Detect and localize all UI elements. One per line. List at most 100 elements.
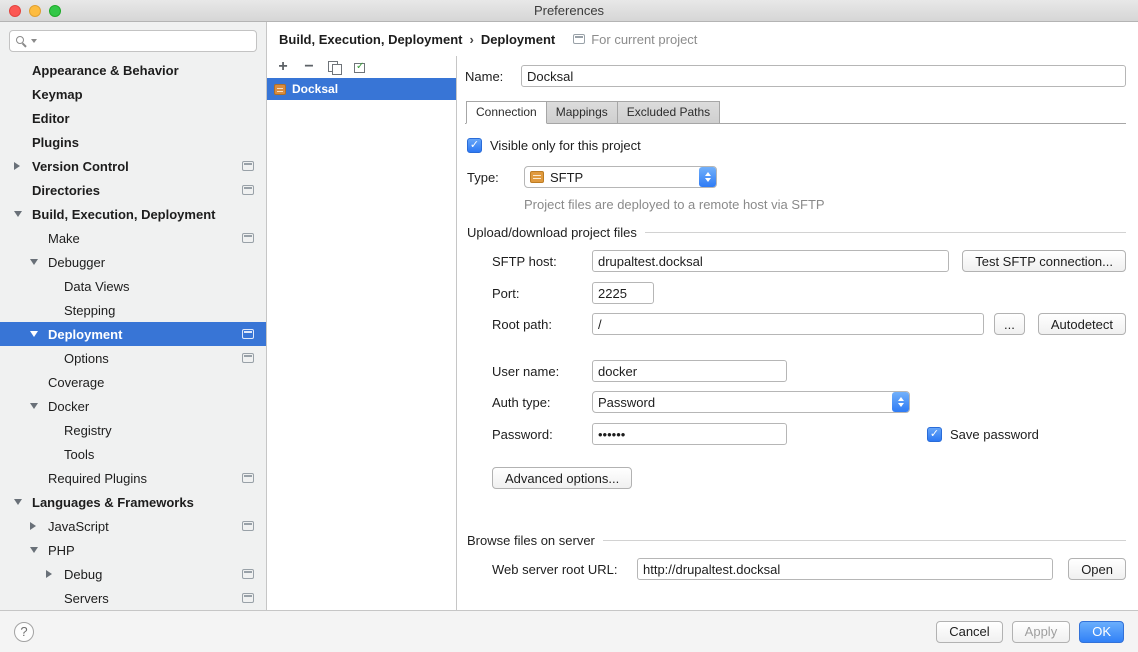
type-select[interactable]: SFTP	[524, 166, 717, 188]
server-item-docksal[interactable]: Docksal	[267, 78, 456, 100]
visible-only-checkbox[interactable]: ✓	[467, 138, 482, 153]
chevron-down-icon[interactable]	[30, 403, 38, 409]
sidebar-item-servers[interactable]: Servers	[0, 586, 266, 610]
copy-server-button[interactable]	[328, 61, 341, 74]
type-value: SFTP	[550, 170, 583, 185]
server-list: Docksal	[267, 78, 456, 100]
chevron-down-icon[interactable]	[14, 211, 22, 217]
chevron-right-icon[interactable]	[46, 570, 52, 578]
web-root-input[interactable]	[637, 558, 1053, 580]
sidebar-item-options[interactable]: Options	[0, 346, 266, 370]
open-button[interactable]: Open	[1068, 558, 1126, 580]
titlebar: Preferences	[0, 0, 1138, 22]
sidebar-item-directories[interactable]: Directories	[0, 178, 266, 202]
chevron-down-icon[interactable]	[14, 499, 22, 505]
sidebar-item-required-plugins[interactable]: Required Plugins	[0, 466, 266, 490]
sidebar-item-php[interactable]: PHP	[0, 538, 266, 562]
ok-button[interactable]: OK	[1079, 621, 1124, 643]
sidebar-item-coverage[interactable]: Coverage	[0, 370, 266, 394]
chevron-right-icon[interactable]	[14, 162, 20, 170]
minimize-window-button[interactable]	[29, 5, 41, 17]
sidebar-item-keymap[interactable]: Keymap	[0, 82, 266, 106]
close-window-button[interactable]	[9, 5, 21, 17]
chevron-right-icon[interactable]	[30, 522, 36, 530]
port-label: Port:	[492, 286, 592, 301]
zoom-window-button[interactable]	[49, 5, 61, 17]
breadcrumb-deployment[interactable]: Deployment	[481, 32, 555, 47]
autodetect-button[interactable]: Autodetect	[1038, 313, 1126, 335]
scope-label: For current project	[591, 32, 697, 47]
port-input[interactable]	[592, 282, 654, 304]
project-settings-icon	[242, 161, 254, 171]
apply-button[interactable]: Apply	[1012, 621, 1071, 643]
project-settings-icon	[242, 569, 254, 579]
help-button[interactable]: ?	[14, 622, 34, 642]
chevron-down-icon[interactable]	[30, 331, 38, 337]
sidebar-item-docker[interactable]: Docker	[0, 394, 266, 418]
sftp-host-label: SFTP host:	[492, 254, 592, 269]
sidebar-item-tools[interactable]: Tools	[0, 442, 266, 466]
password-input[interactable]	[592, 423, 787, 445]
section-divider	[645, 232, 1126, 233]
search-input[interactable]	[9, 30, 257, 52]
sidebar-item-languages-frameworks[interactable]: Languages & Frameworks	[0, 490, 266, 514]
browse-section-title: Browse files on server	[467, 533, 595, 548]
sidebar-item-plugins[interactable]: Plugins	[0, 130, 266, 154]
cancel-button[interactable]: Cancel	[936, 621, 1002, 643]
sidebar-item-appearance-behavior[interactable]: Appearance & Behavior	[0, 58, 266, 82]
sidebar-item-javascript[interactable]: JavaScript	[0, 514, 266, 538]
dropdown-stepper-icon	[699, 167, 716, 187]
sidebar-item-debugger[interactable]: Debugger	[0, 250, 266, 274]
project-settings-icon	[242, 593, 254, 603]
sidebar-item-version-control[interactable]: Version Control	[0, 154, 266, 178]
sidebar-item-make[interactable]: Make	[0, 226, 266, 250]
project-settings-icon	[242, 185, 254, 195]
name-label: Name:	[465, 69, 511, 84]
chevron-down-icon[interactable]	[30, 547, 38, 553]
sidebar-item-debug[interactable]: Debug	[0, 562, 266, 586]
auth-type-value: Password	[598, 395, 655, 410]
visible-only-label: Visible only for this project	[490, 138, 641, 153]
remove-server-button[interactable]: −	[302, 60, 316, 74]
traffic-lights	[9, 5, 61, 17]
breadcrumb-build-execution-deployment[interactable]: Build, Execution, Deployment	[279, 32, 462, 47]
sidebar-item-deployment[interactable]: Deployment	[0, 322, 266, 346]
check-icon: ✓	[930, 428, 939, 440]
test-sftp-connection-button[interactable]: Test SFTP connection...	[962, 250, 1126, 272]
scope-indicator: For current project	[573, 32, 697, 47]
tab-mappings[interactable]: Mappings	[546, 101, 618, 123]
browse-root-path-button[interactable]: ...	[994, 313, 1025, 335]
search-options-caret-icon[interactable]	[31, 39, 37, 43]
sidebar-item-stepping[interactable]: Stepping	[0, 298, 266, 322]
sidebar-item-data-views[interactable]: Data Views	[0, 274, 266, 298]
password-label: Password:	[492, 427, 592, 442]
sidebar-item-registry[interactable]: Registry	[0, 418, 266, 442]
tab-excluded-paths[interactable]: Excluded Paths	[617, 101, 720, 123]
save-password-checkbox[interactable]: ✓	[927, 427, 942, 442]
upload-section-title: Upload/download project files	[467, 225, 637, 240]
user-name-input[interactable]	[592, 360, 787, 382]
project-settings-icon	[242, 329, 254, 339]
sftp-host-input[interactable]	[592, 250, 949, 272]
server-list-panel: + − Docksal	[267, 56, 457, 610]
root-path-label: Root path:	[492, 317, 592, 332]
use-as-default-button[interactable]	[353, 61, 366, 74]
project-settings-icon	[242, 473, 254, 483]
project-settings-icon	[573, 34, 585, 44]
auth-type-select[interactable]: Password	[592, 391, 910, 413]
tab-connection[interactable]: Connection	[466, 101, 547, 124]
sidebar-item-editor[interactable]: Editor	[0, 106, 266, 130]
chevron-down-icon[interactable]	[30, 259, 38, 265]
add-server-button[interactable]: +	[276, 60, 290, 74]
sidebar-item-build-execution-deployment[interactable]: Build, Execution, Deployment	[0, 202, 266, 226]
settings-tree: Appearance & Behavior Keymap Editor Plug…	[0, 58, 266, 610]
advanced-options-button[interactable]: Advanced options...	[492, 467, 632, 489]
root-path-input[interactable]	[592, 313, 984, 335]
server-list-toolbar: + −	[267, 56, 456, 78]
project-settings-icon	[242, 521, 254, 531]
breadcrumb: Build, Execution, Deployment › Deploymen…	[279, 32, 555, 47]
breadcrumb-row: Build, Execution, Deployment › Deploymen…	[267, 22, 1138, 56]
type-label: Type:	[467, 170, 524, 185]
name-input[interactable]	[521, 65, 1126, 87]
type-hint: Project files are deployed to a remote h…	[467, 197, 1126, 212]
